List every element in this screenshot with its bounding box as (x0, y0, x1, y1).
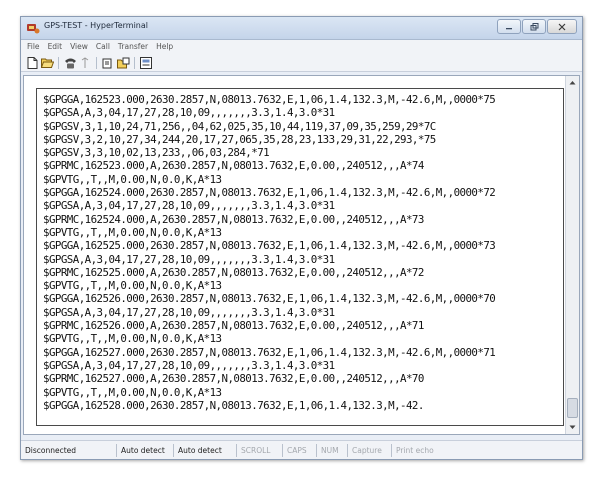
terminal-line: $GPGSA,A,3,04,17,27,28,10,09,,,,,,,3.3,1… (43, 358, 335, 372)
terminal-line: $GPGSA,A,3,04,17,27,28,10,09,,,,,,,3.3,1… (43, 199, 335, 213)
receive-button[interactable] (116, 56, 130, 70)
title-bar[interactable]: GPS-TEST - HyperTerminal (21, 17, 582, 40)
status-capture: Capture (348, 443, 392, 457)
scroll-up-arrow[interactable] (566, 76, 578, 89)
close-button[interactable] (547, 19, 577, 34)
properties-icon (140, 56, 152, 69)
terminal-line: $GPGGA,162523.000,2630.2857,N,08013.7632… (43, 93, 496, 106)
chevron-down-icon (569, 425, 575, 429)
properties-button[interactable] (139, 56, 153, 70)
toolbar-separator (58, 56, 59, 69)
window-title: GPS-TEST - HyperTerminal (44, 21, 148, 30)
vertical-scrollbar[interactable] (565, 76, 579, 434)
status-bar: Disconnected Auto detect Auto detect SCR… (21, 440, 582, 459)
status-emulation: Auto detect (117, 443, 174, 457)
maximize-button[interactable] (522, 19, 546, 34)
terminal-line: $GPGSV,3,2,10,27,34,244,20,17,27,065,35,… (43, 132, 436, 146)
minimize-button[interactable] (497, 19, 521, 34)
terminal-line: $GPRMC,162524.000,A,2630.2857,N,08013.76… (43, 212, 424, 226)
terminal-line: $GPGGA,162525.000,2630.2857,N,08013.7632… (43, 239, 496, 253)
hyperterminal-window: GPS-TEST - HyperTerminal File Edit View … (20, 16, 583, 460)
send-icon (102, 58, 112, 68)
terminal-line: $GPGSV,3,3,10,02,13,233,,06,03,284,*71 (43, 146, 270, 160)
toolbar-separator (96, 56, 97, 69)
status-scroll: SCROLL (237, 443, 283, 457)
menu-help[interactable]: Help (156, 40, 173, 54)
menu-file[interactable]: File (27, 40, 40, 54)
terminal-output[interactable]: $GPGGA,162523.000,2630.2857,N,08013.7632… (36, 88, 564, 426)
toolbar (21, 54, 582, 72)
menu-call[interactable]: Call (96, 40, 110, 54)
terminal-line: $GPRMC,162525.000,A,2630.2857,N,08013.76… (43, 265, 424, 279)
menu-bar: File Edit View Call Transfer Help (21, 40, 582, 54)
terminal-line: $GPGSA,A,3,04,17,27,28,10,09,,,,,,,3.3,1… (43, 252, 335, 266)
terminal-line: $GPVTG,,T,,M,0.00,N,0.0,K,A*13 (43, 332, 222, 346)
phone-icon (64, 58, 76, 68)
terminal-line: $GPGSA,A,3,04,17,27,28,10,09,,,,,,,3.3,1… (43, 305, 335, 319)
terminal-client-area[interactable]: $GPGGA,162523.000,2630.2857,N,08013.7632… (23, 75, 580, 435)
call-button[interactable] (63, 56, 77, 70)
toolbar-separator (134, 56, 135, 69)
terminal-line: $GPVTG,,T,,M,0.00,N,0.0,K,A*13 (43, 279, 222, 293)
new-connection-button[interactable] (25, 56, 39, 70)
open-icon (40, 58, 54, 68)
terminal-line: $GPGSV,3,1,10,24,71,256,,04,62,025,35,10… (43, 119, 436, 133)
disconnect-icon (81, 56, 89, 68)
terminal-line: $GPVTG,,T,,M,0.00,N,0.0,K,A*13 (43, 172, 222, 186)
status-caps: CAPS (283, 443, 317, 457)
terminal-line: $GPVTG,,T,,M,0.00,N,0.0,K,A*13 (43, 225, 222, 239)
open-button[interactable] (40, 56, 54, 70)
hyperterminal-app-icon (27, 24, 40, 34)
new-icon (27, 56, 37, 69)
restore-icon (530, 22, 538, 30)
terminal-line: $GPGGA,162528.000,2630.2857,N,08013.7632… (43, 398, 424, 412)
close-icon (558, 23, 566, 30)
status-connection: Disconnected (21, 443, 117, 457)
terminal-line: $GPRMC,162527.000,A,2630.2857,N,08013.76… (43, 372, 424, 386)
terminal-line: $GPGGA,162527.000,2630.2857,N,08013.7632… (43, 345, 496, 359)
minimize-icon (506, 27, 512, 29)
status-print-echo: Print echo (396, 445, 434, 455)
terminal-line: $GPGSA,A,3,04,17,27,28,10,09,,,,,,,3.3,1… (43, 106, 335, 120)
send-button[interactable] (101, 56, 115, 70)
scroll-thumb[interactable] (567, 398, 578, 418)
terminal-line: $GPGGA,162524.000,2630.2857,N,08013.7632… (43, 186, 496, 200)
status-port-settings: Auto detect (174, 443, 237, 457)
disconnect-button[interactable] (78, 56, 92, 70)
terminal-line: $GPVTG,,T,,M,0.00,N,0.0,K,A*13 (43, 385, 222, 399)
status-num: NUM (317, 443, 348, 457)
receive-icon (116, 57, 129, 68)
menu-view[interactable]: View (70, 40, 88, 54)
scroll-down-arrow[interactable] (566, 421, 578, 434)
terminal-line: $GPRMC,162526.000,A,2630.2857,N,08013.76… (43, 319, 424, 333)
terminal-line: $GPGGA,162526.000,2630.2857,N,08013.7632… (43, 292, 496, 306)
menu-transfer[interactable]: Transfer (118, 40, 148, 54)
chevron-up-icon (569, 81, 575, 85)
terminal-line: $GPRMC,162523.000,A,2630.2857,N,08013.76… (43, 159, 424, 173)
menu-edit[interactable]: Edit (48, 40, 63, 54)
